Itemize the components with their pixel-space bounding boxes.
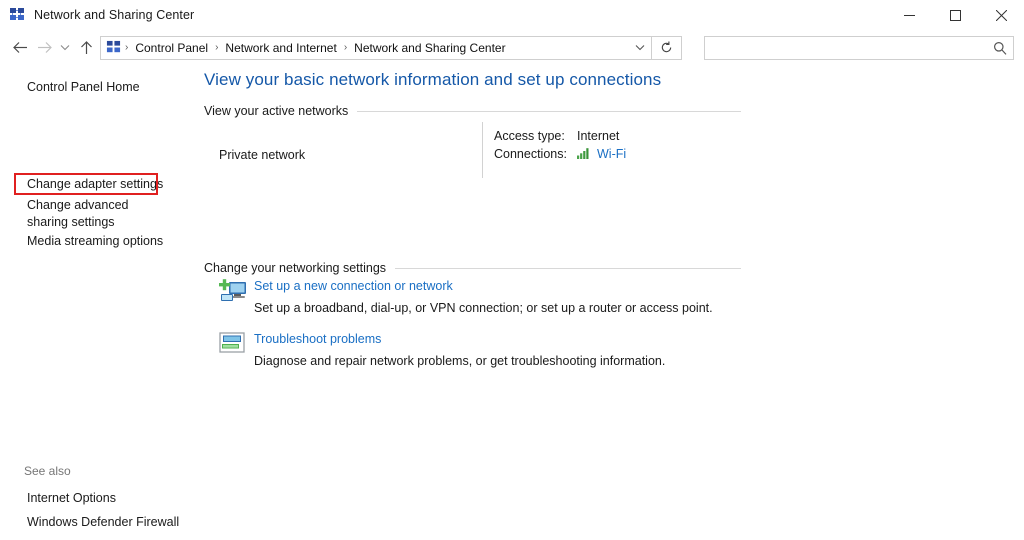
main-content: View your basic network information and … bbox=[196, 64, 1024, 540]
sidebar-item-control-panel-home[interactable]: Control Panel Home bbox=[0, 79, 140, 96]
breadcrumb-separator-2: › bbox=[343, 42, 348, 53]
address-bar[interactable]: › Control Panel › Network and Internet ›… bbox=[100, 35, 652, 60]
title-bar: Network and Sharing Center bbox=[0, 0, 1024, 30]
navigation-toolbar: › Control Panel › Network and Internet ›… bbox=[0, 31, 1024, 64]
section-rule bbox=[357, 110, 741, 112]
detail-row-connections: Connections: Wi-Fi bbox=[494, 145, 626, 163]
search-box[interactable] bbox=[704, 35, 1014, 60]
network-sharing-center-window: Network and Sharing Center › Control Pan… bbox=[0, 0, 1024, 540]
breadcrumb-network-icon bbox=[106, 40, 121, 55]
refresh-button[interactable] bbox=[652, 35, 682, 60]
address-dropdown-chevron-down-icon[interactable] bbox=[629, 37, 651, 59]
body-area: Control Panel Home Change adapter settin… bbox=[0, 64, 1024, 540]
see-also-heading: See also bbox=[24, 464, 71, 478]
see-also-item-windows-defender-firewall[interactable]: Windows Defender Firewall bbox=[0, 514, 179, 531]
window-controls bbox=[886, 0, 1024, 30]
section-header-change-networking-settings: Change your networking settings bbox=[204, 261, 741, 275]
breadcrumb: › Control Panel › Network and Internet ›… bbox=[121, 41, 509, 55]
link-set-up-new-connection[interactable]: Set up a new connection or network bbox=[254, 279, 453, 293]
breadcrumb-item-network-and-sharing-center[interactable]: Network and Sharing Center bbox=[351, 41, 508, 55]
search-input[interactable] bbox=[705, 36, 987, 59]
highlight-annotation-box bbox=[14, 173, 158, 195]
forward-button[interactable] bbox=[32, 35, 56, 61]
detail-row-access-type: Access type: Internet bbox=[494, 127, 626, 145]
search-icon[interactable] bbox=[987, 41, 1013, 55]
back-button[interactable] bbox=[8, 35, 32, 61]
description-set-up-new-connection: Set up a broadband, dial-up, or VPN conn… bbox=[254, 301, 713, 315]
vertical-divider bbox=[482, 122, 483, 178]
up-button[interactable] bbox=[74, 35, 98, 61]
maximize-button[interactable] bbox=[932, 0, 978, 30]
section-label-change-networking-settings: Change your networking settings bbox=[204, 261, 387, 275]
breadcrumb-separator-1: › bbox=[215, 42, 219, 53]
chevron-down-icon[interactable] bbox=[56, 35, 74, 61]
minimize-button[interactable] bbox=[886, 0, 932, 30]
sidebar-item-change-advanced-sharing-settings[interactable]: Change advanced sharing settings bbox=[0, 197, 150, 231]
network-name: Private network bbox=[219, 148, 306, 162]
troubleshoot-icon bbox=[218, 331, 248, 361]
active-network-row: Private network Access type: Internet Co… bbox=[204, 122, 741, 192]
breadcrumb-item-control-panel[interactable]: Control Panel bbox=[132, 41, 211, 55]
breadcrumb-separator-0: › bbox=[125, 42, 129, 53]
section-header-active-networks: View your active networks bbox=[204, 104, 741, 118]
detail-key-access-type: Access type: bbox=[494, 129, 565, 143]
section-label-active-networks: View your active networks bbox=[204, 104, 349, 118]
detail-key-connections: Connections: bbox=[494, 147, 567, 161]
close-button[interactable] bbox=[978, 0, 1024, 30]
see-also-item-internet-options[interactable]: Internet Options bbox=[0, 490, 116, 507]
sidebar-item-media-streaming-options[interactable]: Media streaming options bbox=[0, 233, 163, 250]
sidebar: Control Panel Home Change adapter settin… bbox=[0, 64, 196, 540]
connection-link-wifi[interactable]: Wi-Fi bbox=[597, 147, 626, 161]
detail-value-access-type: Internet bbox=[577, 129, 620, 143]
network-details: Access type: Internet Connections: Wi-Fi bbox=[494, 127, 626, 163]
window-title: Network and Sharing Center bbox=[34, 8, 195, 22]
section-rule bbox=[395, 267, 741, 269]
breadcrumb-item-network-and-internet[interactable]: Network and Internet bbox=[222, 41, 339, 55]
network-icon bbox=[9, 7, 25, 23]
wifi-signal-icon bbox=[577, 147, 591, 162]
new-connection-icon bbox=[218, 278, 248, 308]
link-troubleshoot-problems[interactable]: Troubleshoot problems bbox=[254, 332, 381, 346]
description-troubleshoot-problems: Diagnose and repair network problems, or… bbox=[254, 354, 666, 368]
page-title: View your basic network information and … bbox=[204, 70, 662, 89]
